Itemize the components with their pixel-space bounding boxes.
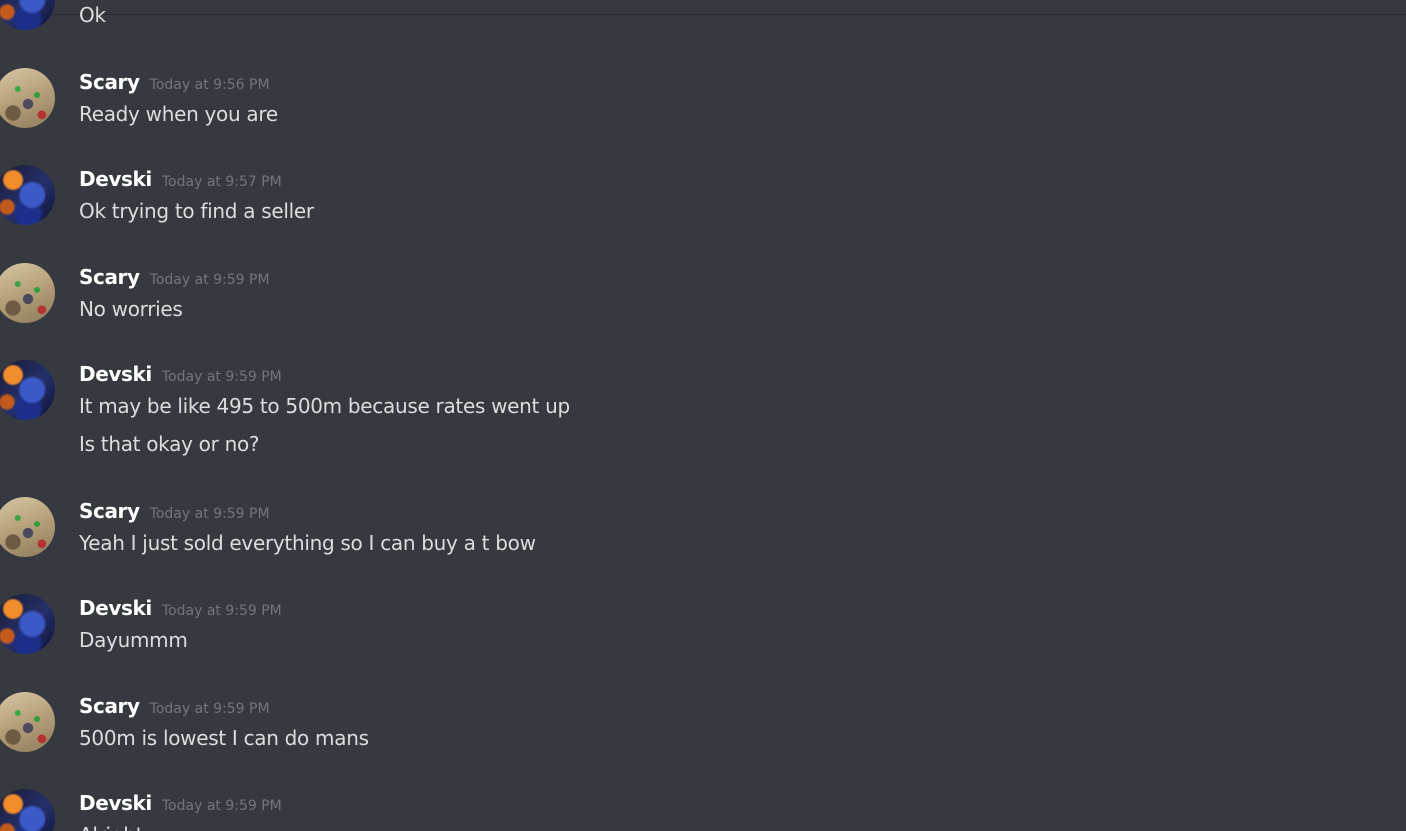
author-name[interactable]: Devski bbox=[79, 167, 152, 191]
avatar[interactable] bbox=[0, 789, 55, 831]
timestamp: Today at 9:59 PM bbox=[149, 272, 270, 288]
message-text: No worries bbox=[79, 297, 183, 321]
timestamp: Today at 9:56 PM bbox=[149, 77, 270, 93]
author-name[interactable]: Scary bbox=[79, 265, 140, 289]
top-divider bbox=[0, 14, 1406, 15]
avatar[interactable] bbox=[0, 594, 55, 654]
message-text: It may be like 495 to 500m because rates… bbox=[79, 394, 570, 418]
message-text: Ok trying to find a seller bbox=[79, 199, 314, 223]
message-header: Scary Today at 9:59 PM bbox=[79, 499, 270, 523]
avatar[interactable] bbox=[0, 263, 55, 323]
message-text: Is that okay or no? bbox=[79, 432, 260, 456]
avatar[interactable] bbox=[0, 0, 55, 30]
message-text: Alright bbox=[79, 823, 143, 831]
timestamp: Today at 9:59 PM bbox=[161, 798, 282, 814]
author-name[interactable]: Devski bbox=[79, 362, 152, 386]
avatar[interactable] bbox=[0, 692, 55, 752]
author-name[interactable]: Devski bbox=[79, 596, 152, 620]
author-name[interactable]: Scary bbox=[79, 70, 140, 94]
timestamp: Today at 9:59 PM bbox=[161, 603, 282, 619]
author-name[interactable]: Devski bbox=[79, 791, 152, 815]
avatar[interactable] bbox=[0, 165, 55, 225]
message-header: Scary Today at 9:59 PM bbox=[79, 694, 270, 718]
timestamp: Today at 9:59 PM bbox=[161, 369, 282, 385]
message-header: Devski Today at 9:59 PM bbox=[79, 791, 282, 815]
message-text: Ok bbox=[79, 3, 106, 27]
avatar[interactable] bbox=[0, 68, 55, 128]
message-header: Devski Today at 9:57 PM bbox=[79, 167, 282, 191]
message-text: Yeah I just sold everything so I can buy… bbox=[79, 531, 536, 555]
timestamp: Today at 9:57 PM bbox=[161, 174, 282, 190]
avatar[interactable] bbox=[0, 360, 55, 420]
chat-messages-area[interactable]: Ok Scary Today at 9:56 PM Ready when you … bbox=[0, 0, 1406, 831]
message-header: Scary Today at 9:56 PM bbox=[79, 70, 270, 94]
message-text: Ready when you are bbox=[79, 102, 278, 126]
author-name[interactable]: Scary bbox=[79, 694, 140, 718]
message-header: Scary Today at 9:59 PM bbox=[79, 265, 270, 289]
message-text: Dayummm bbox=[79, 628, 188, 652]
timestamp: Today at 9:59 PM bbox=[149, 701, 270, 717]
message-header: Devski Today at 9:59 PM bbox=[79, 596, 282, 620]
message-text: 500m is lowest I can do mans bbox=[79, 726, 369, 750]
author-name[interactable]: Scary bbox=[79, 499, 140, 523]
avatar[interactable] bbox=[0, 497, 55, 557]
message-header: Devski Today at 9:59 PM bbox=[79, 362, 282, 386]
timestamp: Today at 9:59 PM bbox=[149, 506, 270, 522]
